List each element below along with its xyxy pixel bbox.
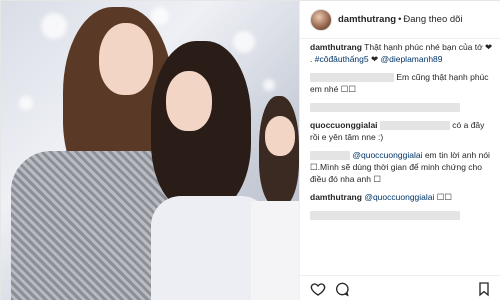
mention-link[interactable]: @quoccuonggialai [352, 150, 422, 160]
follow-status[interactable]: Đang theo dõi [403, 14, 462, 25]
header-separator: • [398, 14, 402, 25]
comment-text: ☐☐ [436, 192, 453, 202]
redacted-username [310, 73, 394, 83]
redacted-text [310, 211, 460, 221]
comment-username[interactable]: quoccuonggialai [310, 120, 378, 130]
heart-icon[interactable] [310, 281, 326, 297]
comment-bubble-icon[interactable] [334, 281, 350, 297]
mention-link[interactable]: @quoccuonggialai [364, 192, 434, 202]
post-header: damthutrang • Đang theo dõi [300, 1, 500, 39]
comment-list: damthutrang Thật hạnh phúc nhé bạn của t… [300, 41, 500, 227]
comment-item: quoccuonggialai có a đây rồi e yên tâm n… [310, 119, 494, 143]
profile-avatar[interactable] [310, 8, 332, 31]
post-side-panel: damthutrang • Đang theo dõi damthutrang … [299, 1, 500, 300]
instagram-post: damthutrang • Đang theo dõi damthutrang … [0, 0, 500, 300]
hashtag-link[interactable]: #côđâuthấng5 [315, 54, 369, 64]
redacted-text [379, 121, 450, 131]
comment-username[interactable]: damthutrang [310, 42, 362, 52]
redacted-text [310, 103, 460, 113]
post-photo [1, 1, 299, 300]
mention-link[interactable]: @dieplamanh89 [380, 54, 442, 64]
comment-item: damthutrang @quoccuonggialai ☐☐ [310, 191, 494, 203]
comment-item: @quoccuonggialai em tin lời anh nói ☐.Mì… [310, 149, 494, 185]
header-username[interactable]: damthutrang [338, 14, 396, 25]
bookmark-icon[interactable] [476, 281, 492, 297]
comment-item: Em cũng thật hạnh phúc em nhé ☐☐ [310, 71, 494, 95]
comment-item [310, 101, 494, 113]
comment-item [310, 209, 494, 221]
redacted-username [310, 151, 350, 161]
caption: damthutrang Thật hạnh phúc nhé bạn của t… [310, 41, 494, 65]
action-bar [300, 275, 500, 300]
comment-username[interactable]: damthutrang [310, 192, 362, 202]
